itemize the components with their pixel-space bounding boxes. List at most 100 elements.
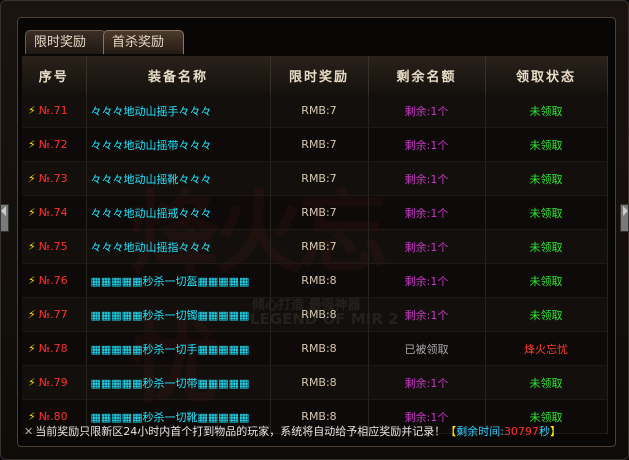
left-arrow-icon[interactable] <box>1 206 6 216</box>
time-value: 30797 <box>503 425 539 438</box>
remaining-slots: 剩余:1个 <box>368 127 486 162</box>
item-name-text: 々々々地动山摇手々々々 <box>90 104 212 118</box>
reward-value: RMB:7 <box>270 127 369 162</box>
lightning-icon: ⚡ <box>28 172 36 185</box>
bracket-close: 】 <box>549 425 561 438</box>
col-header-item-name: 装备名称 <box>86 56 271 94</box>
claim-status[interactable]: 未领取 <box>485 195 608 230</box>
row-number: №.76 <box>38 274 68 287</box>
lightning-icon: ⚡ <box>28 206 36 219</box>
row-number: №.74 <box>38 206 68 219</box>
item-name[interactable]: ▦▦▦▦▦秒杀一切手▦▦▦▦▦ <box>86 331 271 366</box>
row-index: ⚡ №.74 <box>22 195 87 230</box>
table-row[interactable]: ⚡ №.77 ▦▦▦▦▦秒杀一切镯▦▦▦▦▦ RMB:8 剩余:1个 未领取 <box>22 297 608 332</box>
remaining-slots: 剩余:1个 <box>368 229 486 264</box>
table-row[interactable]: ⚡ №.79 ▦▦▦▦▦秒杀一切带▦▦▦▦▦ RMB:8 剩余:1个 未领取 <box>22 365 608 400</box>
item-name-text: 々々々地动山摇带々々々 <box>90 138 212 152</box>
row-index: ⚡ №.73 <box>22 161 87 196</box>
claim-status[interactable]: 未领取 <box>485 94 608 128</box>
bracket-open: 【 <box>445 425 457 438</box>
claim-status[interactable]: 未领取 <box>485 365 608 400</box>
tab-limited-reward[interactable]: 限时奖励 <box>25 30 106 54</box>
reward-value: RMB:8 <box>270 297 369 332</box>
remaining-slots: 剩余:1个 <box>368 365 486 400</box>
row-index: ⚡ №.78 <box>22 331 87 366</box>
lightning-icon: ⚡ <box>28 274 36 287</box>
lightning-icon: ⚡ <box>28 308 36 321</box>
table-row[interactable]: ⚡ №.71 々々々地动山摇手々々々 RMB:7 剩余:1个 未领取 <box>22 94 608 128</box>
notice-text: 当前奖励只限新区24小时内首个打到物品的玩家，系统将自动给予相应奖励并记录！ <box>35 425 446 438</box>
table-row[interactable]: ⚡ №.75 々々々地动山摇指々々々 RMB:7 剩余:1个 未领取 <box>22 229 608 264</box>
reward-value: RMB:7 <box>270 195 369 230</box>
lightning-icon: ⚡ <box>28 138 36 151</box>
row-number: №.77 <box>38 308 68 321</box>
remaining-slots: 已被领取 <box>368 331 486 366</box>
claim-status[interactable]: 未领取 <box>485 263 608 298</box>
lightning-icon: ⚡ <box>28 104 36 117</box>
reward-value: RMB:8 <box>270 365 369 400</box>
right-arrow-icon[interactable] <box>623 206 628 216</box>
row-index: ⚡ №.75 <box>22 229 87 264</box>
row-index: ⚡ №.72 <box>22 127 87 162</box>
table-row[interactable]: ⚡ №.73 々々々地动山摇靴々々々 RMB:7 剩余:1个 未领取 <box>22 161 608 196</box>
time-unit: 秒 <box>538 425 550 438</box>
item-name[interactable]: ▦▦▦▦▦秒杀一切镯▦▦▦▦▦ <box>86 297 271 332</box>
item-name[interactable]: 々々々地动山摇靴々々々 <box>86 161 271 196</box>
table-row[interactable]: ⚡ №.78 ▦▦▦▦▦秒杀一切手▦▦▦▦▦ RMB:8 已被领取 烽火忘忧 <box>22 331 608 366</box>
claim-status[interactable]: 烽火忘忧 <box>485 331 608 366</box>
item-name-text: ▦▦▦▦▦秒杀一切盔▦▦▦▦▦ <box>90 274 250 288</box>
reward-value: RMB:8 <box>270 331 369 366</box>
close-icon[interactable]: ✕ <box>24 425 33 438</box>
item-name[interactable]: ▦▦▦▦▦秒杀一切盔▦▦▦▦▦ <box>86 263 271 298</box>
lightning-icon: ⚡ <box>28 342 36 355</box>
row-index: ⚡ №.79 <box>22 365 87 400</box>
row-number: №.71 <box>38 104 68 117</box>
time-label: 剩余时间: <box>456 425 504 438</box>
reward-value: RMB:8 <box>270 263 369 298</box>
claim-status[interactable]: 未领取 <box>485 127 608 162</box>
reward-value: RMB:7 <box>270 94 369 128</box>
row-number: №.72 <box>38 138 68 151</box>
row-index: ⚡ №.76 <box>22 263 87 298</box>
item-name[interactable]: 々々々地动山摇戒々々々 <box>86 195 271 230</box>
tab-first-kill-reward[interactable]: 首杀奖励 <box>103 30 184 54</box>
item-name-text: 々々々地动山摇指々々々 <box>90 240 212 254</box>
lightning-icon: ⚡ <box>28 376 36 389</box>
item-name[interactable]: 々々々地动山摇手々々々 <box>86 94 271 128</box>
row-number: №.73 <box>38 172 68 185</box>
table-header: 序号 装备名称 限时奖励 剩余名额 领取状态 <box>22 56 608 94</box>
item-name[interactable]: 々々々地动山摇带々々々 <box>86 127 271 162</box>
table-row[interactable]: ⚡ №.76 ▦▦▦▦▦秒杀一切盔▦▦▦▦▦ RMB:8 剩余:1个 未领取 <box>22 263 608 298</box>
table-row[interactable]: ⚡ №.74 々々々地动山摇戒々々々 RMB:7 剩余:1个 未领取 <box>22 195 608 230</box>
claim-status[interactable]: 未领取 <box>485 229 608 264</box>
reward-table: 序号 装备名称 限时奖励 剩余名额 领取状态 ⚡ №.71 々々々地动山摇手々々々 R… <box>22 56 608 434</box>
remaining-slots: 剩余:1个 <box>368 297 486 332</box>
table-row[interactable]: ⚡ №.72 々々々地动山摇带々々々 RMB:7 剩余:1个 未领取 <box>22 127 608 162</box>
item-name-text: 々々々地动山摇戒々々々 <box>90 206 212 220</box>
col-header-index: 序号 <box>22 56 87 94</box>
item-name-text: ▦▦▦▦▦秒杀一切镯▦▦▦▦▦ <box>90 308 250 322</box>
footer-notice: ✕ 当前奖励只限新区24小时内首个打到物品的玩家，系统将自动给予相应奖励并记录！【… <box>24 422 608 442</box>
col-header-status: 领取状态 <box>485 56 608 94</box>
reward-value: RMB:7 <box>270 161 369 196</box>
col-header-remaining: 剩余名额 <box>368 56 486 94</box>
row-number: №.78 <box>38 342 68 355</box>
claim-status[interactable]: 未领取 <box>485 297 608 332</box>
item-name[interactable]: 々々々地动山摇指々々々 <box>86 229 271 264</box>
row-index: ⚡ №.71 <box>22 94 87 128</box>
col-header-reward: 限时奖励 <box>270 56 369 94</box>
item-name-text: ▦▦▦▦▦秒杀一切手▦▦▦▦▦ <box>90 342 250 356</box>
row-index: ⚡ №.77 <box>22 297 87 332</box>
row-number: №.75 <box>38 240 68 253</box>
remaining-slots: 剩余:1个 <box>368 94 486 128</box>
item-name-text: 々々々地动山摇靴々々々 <box>90 172 212 186</box>
lightning-icon: ⚡ <box>28 240 36 253</box>
item-name[interactable]: ▦▦▦▦▦秒杀一切带▦▦▦▦▦ <box>86 365 271 400</box>
remaining-slots: 剩余:1个 <box>368 195 486 230</box>
reward-value: RMB:7 <box>270 229 369 264</box>
item-name-text: ▦▦▦▦▦秒杀一切带▦▦▦▦▦ <box>90 376 250 390</box>
remaining-slots: 剩余:1个 <box>368 161 486 196</box>
remaining-slots: 剩余:1个 <box>368 263 486 298</box>
row-number: №.79 <box>38 376 68 389</box>
claim-status[interactable]: 未领取 <box>485 161 608 196</box>
